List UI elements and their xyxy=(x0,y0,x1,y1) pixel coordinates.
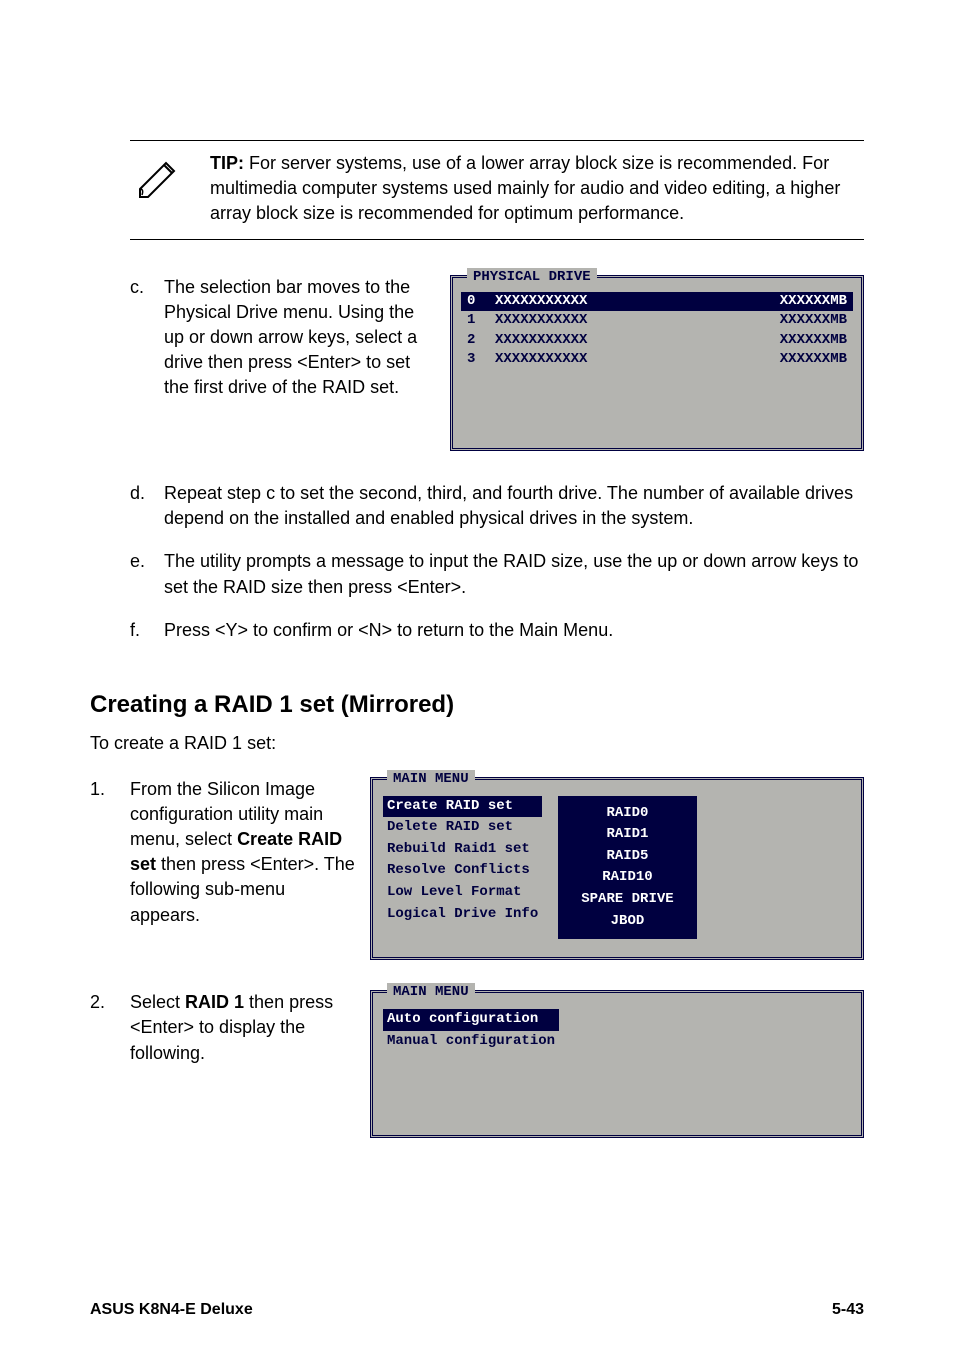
drive-index: 2 xyxy=(467,331,489,351)
step-1-suffix: then press <Enter>. The following sub-me… xyxy=(130,854,355,924)
intro-raid1: To create a RAID 1 set: xyxy=(90,731,864,756)
heading-raid1: Creating a RAID 1 set (Mirrored) xyxy=(90,688,864,722)
raid-popup-item: RAID10 xyxy=(577,867,677,889)
raid-type-popup: RAID0RAID1RAID5RAID10SPARE DRIVEJBOD xyxy=(558,796,696,940)
menu-item: Resolve Conflicts xyxy=(383,860,542,882)
raid-popup-item: RAID0 xyxy=(577,803,677,825)
drive-name: XXXXXXXXXXX xyxy=(489,311,757,331)
physical-drive-row: 1XXXXXXXXXXXXXXXXXMB xyxy=(461,311,853,331)
tip-body: For server systems, use of a lower array… xyxy=(210,153,840,223)
physical-drive-panel: PHYSICAL DRIVE 0XXXXXXXXXXXXXXXXXMB1XXXX… xyxy=(450,275,864,451)
drive-index: 1 xyxy=(467,311,489,331)
drive-index: 3 xyxy=(467,350,489,370)
step-f-marker: f. xyxy=(130,618,150,643)
step-c-marker: c. xyxy=(130,275,150,451)
drive-size: XXXXXXMB xyxy=(757,331,847,351)
step-1-marker: 1. xyxy=(90,777,130,961)
menu-item: Low Level Format xyxy=(383,882,542,904)
drive-name: XXXXXXXXXXX xyxy=(489,292,757,312)
menu-item: Create RAID set xyxy=(383,796,542,818)
drive-index: 0 xyxy=(467,292,489,312)
step-2-prefix: Select xyxy=(130,992,185,1012)
step-f-text: Press <Y> to confirm or <N> to return to… xyxy=(164,618,864,643)
drive-size: XXXXXXMB xyxy=(757,350,847,370)
raid-popup-item: RAID1 xyxy=(577,824,677,846)
drive-name: XXXXXXXXXXX xyxy=(489,331,757,351)
step-2-text: Select RAID 1 then press <Enter> to disp… xyxy=(130,990,370,1138)
main-menu-panel-2: MAIN MENU Auto configurationManual confi… xyxy=(370,990,864,1138)
step-e-marker: e. xyxy=(130,549,150,599)
main-menu-label-2: MAIN MENU xyxy=(387,983,475,1003)
menu-item: Manual configuration xyxy=(383,1031,559,1053)
tip-callout: TIP: For server systems, use of a lower … xyxy=(130,140,864,240)
physical-drive-row: 3XXXXXXXXXXXXXXXXXMB xyxy=(461,350,853,370)
menu-item: Auto configuration xyxy=(383,1009,559,1031)
raid-popup-item: RAID5 xyxy=(577,846,677,868)
step-d-marker: d. xyxy=(130,481,150,531)
note-icon xyxy=(130,151,190,227)
physical-drive-row: 0XXXXXXXXXXXXXXXXXMB xyxy=(461,292,853,312)
raid-popup-item: JBOD xyxy=(577,911,677,933)
footer-left: ASUS K8N4-E Deluxe xyxy=(90,1299,253,1321)
main-menu-panel-1: MAIN MENU Create RAID setDelete RAID set… xyxy=(370,777,864,961)
tip-text: TIP: For server systems, use of a lower … xyxy=(210,151,864,227)
menu-item: Rebuild Raid1 set xyxy=(383,839,542,861)
drive-size: XXXXXXMB xyxy=(757,311,847,331)
step-1-text: From the Silicon Image configuration uti… xyxy=(130,777,370,961)
physical-drive-row: 2XXXXXXXXXXXXXXXXXMB xyxy=(461,331,853,351)
drive-name: XXXXXXXXXXX xyxy=(489,350,757,370)
raid-popup-item: SPARE DRIVE xyxy=(577,889,677,911)
step-d-text: Repeat step c to set the second, third, … xyxy=(164,481,864,531)
step-c-text: The selection bar moves to the Physical … xyxy=(164,275,430,451)
step-2-bold: RAID 1 xyxy=(185,992,244,1012)
tip-label: TIP: xyxy=(210,153,244,173)
footer-right: 5-43 xyxy=(832,1299,864,1321)
step-e-text: The utility prompts a message to input t… xyxy=(164,549,864,599)
physical-drive-label: PHYSICAL DRIVE xyxy=(467,268,597,288)
menu-item: Logical Drive Info xyxy=(383,904,542,926)
step-2-marker: 2. xyxy=(90,990,130,1138)
main-menu-label-1: MAIN MENU xyxy=(387,770,475,790)
menu-item: Delete RAID set xyxy=(383,817,542,839)
drive-size: XXXXXXMB xyxy=(757,292,847,312)
page-footer: ASUS K8N4-E Deluxe 5-43 xyxy=(90,1299,864,1321)
